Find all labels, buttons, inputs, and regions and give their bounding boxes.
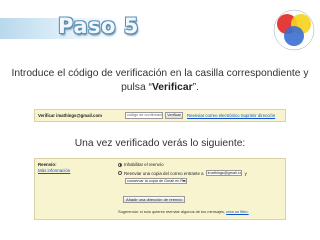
- logo-icon: [273, 9, 315, 51]
- verify-screenshot: Verificar imathings@gmail.com código de …: [34, 109, 286, 122]
- forwarding-tip: Sugerencia: si solo quieres reenviar alg…: [118, 209, 249, 214]
- forwarding-title: Reenvío:: [38, 162, 57, 167]
- instruction-line-2: pulsa “Verificar”.: [121, 82, 199, 93]
- slide-title: Paso 5: [58, 14, 139, 38]
- add-forwarding-address-button[interactable]: Añadir una dirección de reenvío: [123, 196, 186, 203]
- confirmation-code-input[interactable]: código de confirmación: [125, 112, 163, 119]
- disable-forwarding-row[interactable]: Inhabilitar el reenvío: [118, 162, 164, 167]
- radio-disable[interactable]: [118, 162, 122, 167]
- resend-delete-links[interactable]: Reenviar correo electrónico Suprimir dir…: [187, 113, 275, 118]
- verify-button[interactable]: Verificar: [165, 112, 183, 119]
- forwarding-screenshot: Reenvío: Más información Inhabilitar el …: [34, 158, 286, 220]
- more-info-link[interactable]: Más información: [38, 168, 70, 173]
- create-filter-link[interactable]: crea un filtro.: [226, 209, 249, 214]
- subtitle: Una vez verificado verás lo siguiente:: [74, 138, 246, 149]
- radio-forward[interactable]: [118, 171, 122, 175]
- forward-copy-row[interactable]: Reenviar una copia del correo entrante a…: [118, 170, 247, 176]
- keep-copy-row[interactable]: conservar la copia de Gmail en Recibidos: [125, 178, 187, 184]
- instruction-line-1: Introduce el código de verificación en l…: [11, 68, 309, 79]
- verify-label: Verificar imathings@gmail.com: [38, 113, 102, 118]
- keep-copy-select[interactable]: conservar la copia de Gmail en Recibidos: [125, 178, 187, 184]
- verify-emphasis: Verificar: [151, 82, 193, 93]
- forward-email-select[interactable]: imathings@gmail.com: [205, 170, 242, 176]
